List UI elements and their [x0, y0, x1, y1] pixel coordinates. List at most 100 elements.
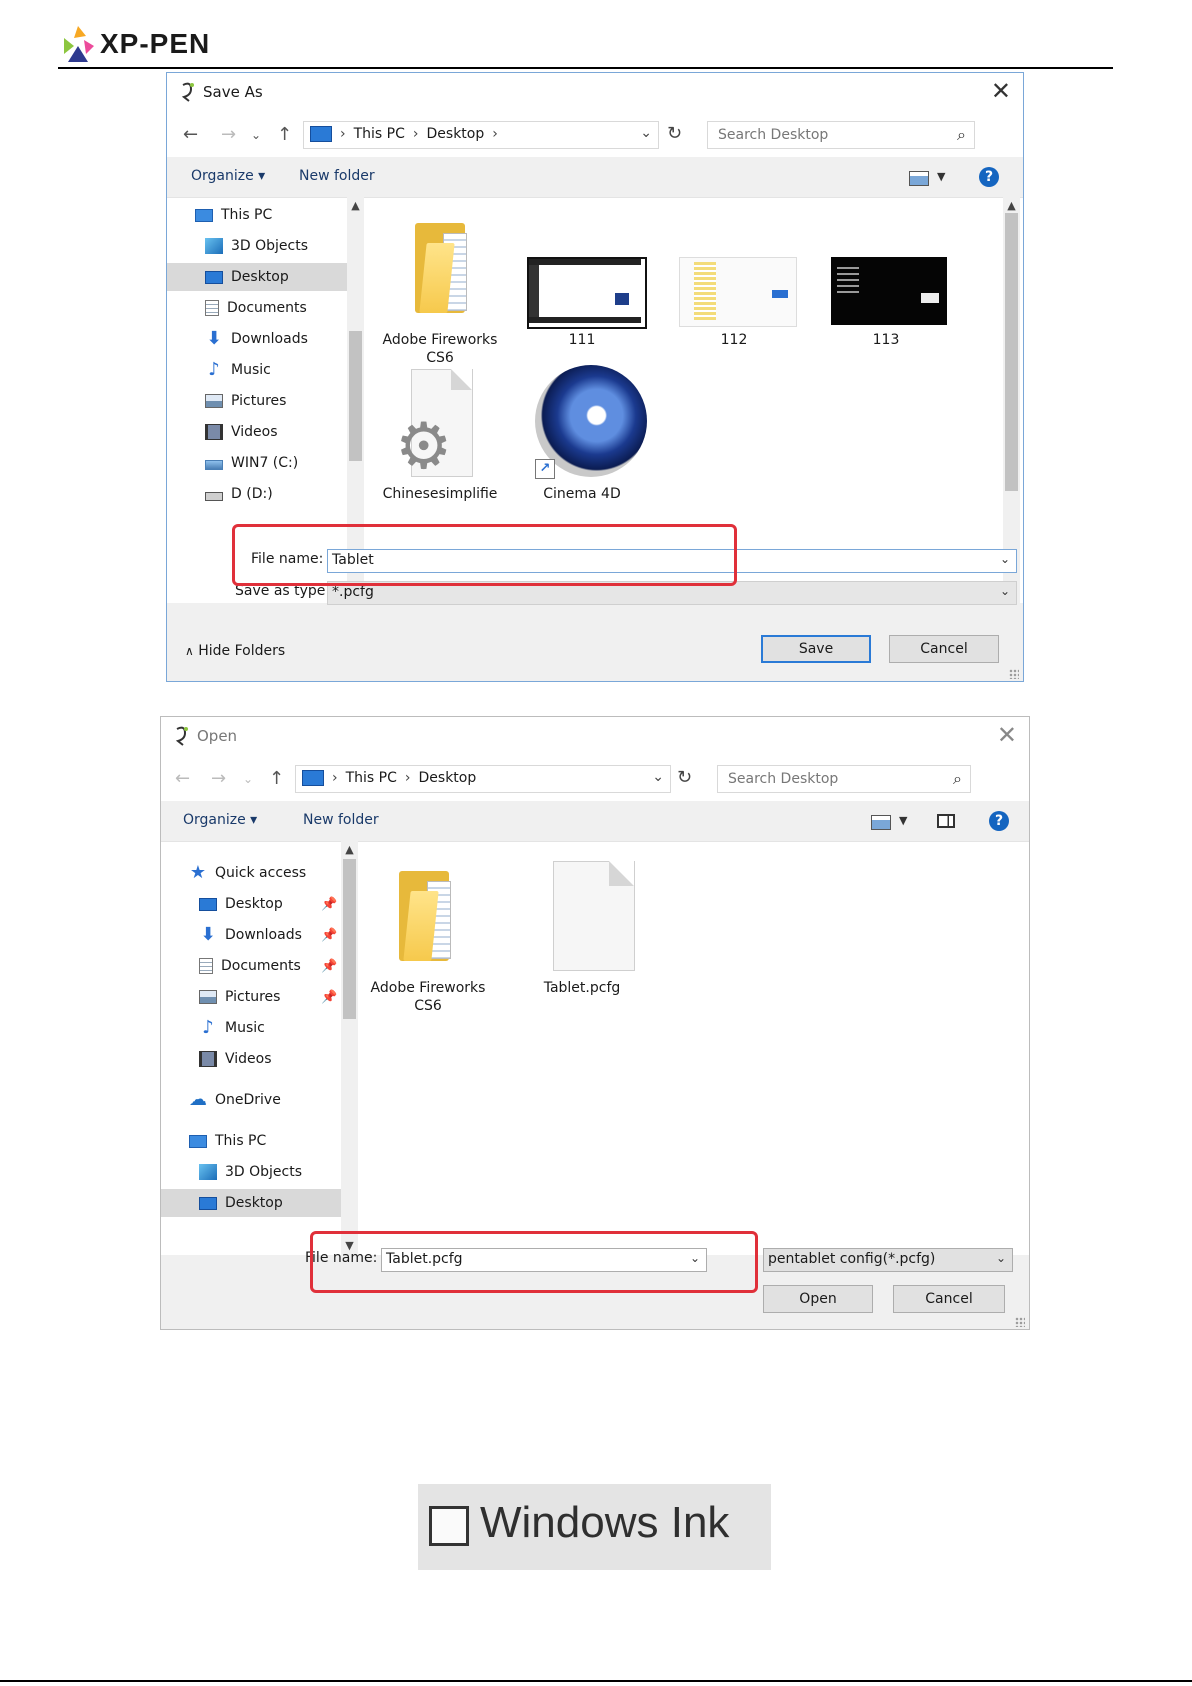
nav-pane-scrollbar[interactable]: ▲ ▼ — [341, 841, 358, 1255]
windows-ink-checkbox[interactable] — [429, 1506, 469, 1546]
drive-c-icon — [205, 459, 223, 470]
new-folder-button[interactable]: New folder — [303, 812, 379, 828]
nav-item-onedrive[interactable]: ☁ OneDrive — [189, 1086, 329, 1114]
pin-icon[interactable]: 📌 — [321, 897, 337, 912]
view-options-icon[interactable] — [871, 815, 891, 830]
preview-pane-icon[interactable] — [937, 814, 955, 828]
scroll-up-icon[interactable]: ▲ — [349, 199, 362, 212]
back-arrow-icon[interactable]: ← — [175, 769, 190, 789]
documents-icon — [199, 958, 213, 974]
chevron-up-icon: ∧ — [185, 644, 194, 658]
view-options-icon[interactable] — [909, 171, 929, 186]
cancel-button[interactable]: Cancel — [889, 635, 999, 663]
nav-item-quick-access[interactable]: ★ Quick access — [189, 859, 329, 887]
forward-arrow-icon[interactable]: → — [211, 769, 226, 789]
nav-item-desktop-selected[interactable]: Desktop — [161, 1189, 341, 1217]
file-area: Adobe Fireworks CS6 Tablet.pcfg — [361, 841, 1021, 1255]
chevron-down-icon[interactable]: ⌄ — [1000, 584, 1010, 598]
help-icon[interactable]: ? — [979, 167, 999, 187]
up-arrow-icon[interactable]: ↑ — [277, 125, 292, 145]
help-icon[interactable]: ? — [989, 811, 1009, 831]
pin-icon[interactable]: 📌 — [321, 928, 337, 943]
nav-item-this-pc[interactable]: This PC — [189, 1127, 329, 1155]
file-item-tablet-pcfg[interactable]: Tablet.pcfg — [515, 851, 649, 1001]
recent-locations-chevron-icon[interactable]: ⌄ — [243, 769, 253, 789]
file-name-highlight — [310, 1231, 758, 1293]
refresh-icon[interactable]: ↻ — [677, 767, 692, 788]
chevron-down-icon[interactable]: ⌄ — [996, 1251, 1006, 1265]
address-bar[interactable]: › This PC › Desktop ⌄ — [295, 765, 671, 793]
resize-grip-icon[interactable] — [1009, 669, 1019, 679]
nav-item-music[interactable]: ♪ Music — [205, 356, 335, 384]
scroll-up-icon[interactable]: ▲ — [1005, 199, 1018, 212]
file-item-adobe-fireworks[interactable]: Adobe Fireworks CS6 — [373, 203, 507, 366]
file-item-chinesesimplifie[interactable]: ⚙ Chinesesimplifie — [373, 361, 507, 511]
scrollbar-thumb[interactable] — [349, 331, 362, 461]
search-input[interactable]: Search Desktop ⌕ — [707, 121, 975, 149]
scrollbar-thumb[interactable] — [343, 859, 356, 1019]
nav-item-documents[interactable]: Documents — [205, 294, 335, 322]
new-folder-button[interactable]: New folder — [299, 168, 375, 184]
cancel-button[interactable]: Cancel — [893, 1285, 1005, 1313]
nav-item-videos[interactable]: Videos — [205, 418, 335, 446]
file-item-113[interactable]: 113 — [819, 203, 953, 353]
file-type-select[interactable]: pentablet config(*.pcfg) ⌄ — [763, 1248, 1013, 1272]
organize-button[interactable]: Organize ▾ — [183, 812, 257, 828]
nav-item-this-pc[interactable]: This PC — [195, 201, 335, 229]
downloads-icon: ⬇ — [206, 328, 222, 349]
recent-locations-chevron-icon[interactable]: ⌄ — [251, 125, 261, 145]
scrollbar-thumb[interactable] — [1005, 213, 1018, 491]
back-arrow-icon[interactable]: ← — [183, 125, 198, 145]
nav-item-downloads[interactable]: ⬇ Downloads — [205, 325, 335, 353]
scroll-up-icon[interactable]: ▲ — [343, 843, 356, 856]
open-button[interactable]: Open — [763, 1285, 873, 1313]
file-item-cinema-4d[interactable]: ↗ Cinema 4D — [515, 361, 649, 511]
dialog-title: Open — [197, 727, 238, 745]
up-arrow-icon[interactable]: ↑ — [269, 769, 284, 789]
view-options-caret-icon[interactable]: ▼ — [937, 170, 945, 183]
windows-ink-label: Windows Ink — [480, 1498, 730, 1547]
chevron-down-icon[interactable]: ⌄ — [1000, 552, 1010, 566]
file-area-scrollbar[interactable]: ▲ ▼ — [1003, 197, 1020, 603]
forward-arrow-icon[interactable]: → — [221, 125, 236, 145]
search-input[interactable]: Search Desktop ⌕ — [717, 765, 971, 793]
save-as-dialog: Save As ✕ ← → ⌄ ↑ › This PC › Desktop › … — [166, 72, 1024, 682]
nav-item-downloads[interactable]: ⬇ Downloads — [199, 921, 329, 949]
nav-item-drive-d[interactable]: D (D:) — [205, 480, 335, 508]
organize-button[interactable]: Organize ▾ — [191, 168, 265, 184]
breadcrumb-separator-icon: › — [492, 126, 498, 142]
refresh-icon[interactable]: ↻ — [667, 123, 682, 144]
nav-item-videos[interactable]: Videos — [199, 1045, 329, 1073]
file-item-111[interactable]: 111 — [515, 203, 649, 353]
nav-item-music[interactable]: ♪ Music — [199, 1014, 329, 1042]
save-button[interactable]: Save — [761, 635, 871, 663]
hide-folders-button[interactable]: ∧ Hide Folders — [185, 643, 285, 659]
nav-item-desktop[interactable]: Desktop — [199, 890, 329, 918]
3d-objects-icon — [199, 1164, 217, 1180]
computer-icon — [195, 208, 213, 222]
nav-item-documents[interactable]: Documents — [199, 952, 329, 980]
file-item-adobe-fireworks[interactable]: Adobe Fireworks CS6 — [361, 851, 495, 1014]
chevron-down-icon[interactable]: ⌄ — [652, 769, 664, 785]
breadcrumb-this-pc[interactable]: This PC — [354, 126, 405, 142]
nav-item-pictures[interactable]: Pictures — [199, 983, 329, 1011]
breadcrumb-this-pc[interactable]: This PC — [346, 770, 397, 786]
nav-item-3d-objects[interactable]: 3D Objects — [205, 232, 335, 260]
close-icon[interactable]: ✕ — [991, 77, 1011, 105]
view-options-caret-icon[interactable]: ▼ — [899, 814, 907, 827]
pin-icon[interactable]: 📌 — [321, 959, 337, 974]
close-icon[interactable]: ✕ — [997, 721, 1017, 749]
breadcrumb-desktop[interactable]: Desktop — [427, 126, 485, 142]
chevron-down-icon[interactable]: ⌄ — [640, 125, 652, 141]
nav-item-drive-c[interactable]: WIN7 (C:) — [205, 449, 335, 477]
file-item-112[interactable]: 112 — [667, 203, 801, 353]
navigation-pane: ★ Quick access Desktop ⬇ Downloads Docum… — [161, 841, 341, 1255]
pin-icon[interactable]: 📌 — [321, 990, 337, 1005]
address-bar[interactable]: › This PC › Desktop › ⌄ — [303, 121, 659, 149]
windows-ink-option[interactable]: Windows Ink — [418, 1484, 771, 1570]
breadcrumb-desktop[interactable]: Desktop — [419, 770, 477, 786]
resize-grip-icon[interactable] — [1015, 1317, 1025, 1327]
nav-item-3d-objects[interactable]: 3D Objects — [199, 1158, 329, 1186]
nav-item-desktop[interactable]: Desktop — [167, 263, 347, 291]
nav-item-pictures[interactable]: Pictures — [205, 387, 335, 415]
